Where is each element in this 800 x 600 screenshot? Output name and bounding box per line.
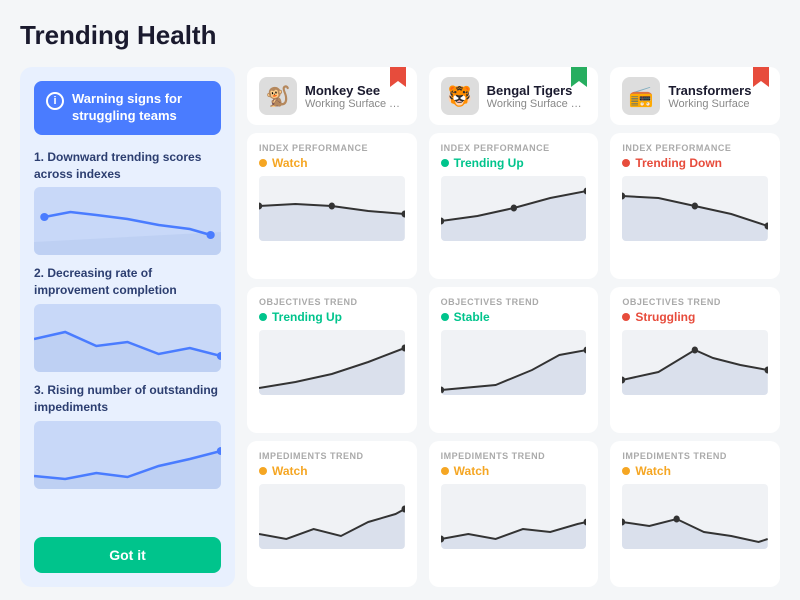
metric-card-monkey-obj: OBJECTIVES TREND Trending Up — [247, 287, 417, 433]
team-col-transformers: 📻 Transformers Working Surface INDEX PER… — [610, 67, 780, 587]
metric-card-monkey-index: INDEX PERFORMANCE Watch — [247, 133, 417, 279]
chart-area — [441, 484, 587, 549]
chart-area — [259, 330, 405, 395]
metric-card-bengal-imp: IMPEDIMENTS TREND Watch — [429, 441, 599, 587]
mini-chart-1 — [34, 187, 221, 255]
status-dot — [441, 467, 449, 475]
status-text: Stable — [454, 310, 490, 324]
metric-card-transformers-index: INDEX PERFORMANCE Trending Down — [610, 133, 780, 279]
team-col-bengal-tigers: 🐯 Bengal Tigers Working Surface Te... IN… — [429, 67, 599, 587]
team-header-transformers: 📻 Transformers Working Surface — [610, 67, 780, 125]
status-dot — [259, 467, 267, 475]
chart-area — [259, 484, 405, 549]
team-subtitle-monkey-see: Working Surface Te... — [305, 98, 405, 110]
info-icon: i — [46, 92, 64, 110]
left-panel: i Warning signs for struggling teams 1. … — [20, 67, 235, 587]
metric-status: Stable — [441, 310, 587, 324]
metric-label: INDEX PERFORMANCE — [622, 143, 768, 153]
team-header-bengal-tigers: 🐯 Bengal Tigers Working Surface Te... — [429, 67, 599, 125]
metric-label: OBJECTIVES TREND — [441, 297, 587, 307]
chart-area — [441, 176, 587, 241]
bookmark-icon-transformers — [752, 67, 770, 89]
status-text: Watch — [272, 156, 308, 170]
status-dot — [622, 159, 630, 167]
got-it-button[interactable]: Got it — [34, 537, 221, 573]
status-text: Watch — [272, 464, 308, 478]
warning-item-2: 2. Decreasing rate of improvement comple… — [34, 265, 221, 372]
metric-label: IMPEDIMENTS TREND — [622, 451, 768, 461]
warning-item-3: 3. Rising number of outstanding impedime… — [34, 382, 221, 489]
metric-status: Trending Up — [259, 310, 405, 324]
metric-card-monkey-imp: IMPEDIMENTS TREND Watch — [247, 441, 417, 587]
metric-card-transformers-imp: IMPEDIMENTS TREND Watch — [610, 441, 780, 587]
metric-card-bengal-obj: OBJECTIVES TREND Stable — [429, 287, 599, 433]
chart-area — [622, 484, 768, 549]
metric-status: Watch — [622, 464, 768, 478]
metric-label: IMPEDIMENTS TREND — [259, 451, 405, 461]
metric-status: Trending Up — [441, 156, 587, 170]
metric-label: INDEX PERFORMANCE — [259, 143, 405, 153]
columns: i Warning signs for struggling teams 1. … — [20, 67, 780, 587]
page-title: Trending Health — [20, 20, 780, 51]
bookmark-icon-monkey-see — [389, 67, 407, 89]
status-text: Struggling — [635, 310, 695, 324]
status-dot — [622, 467, 630, 475]
status-text: Watch — [635, 464, 671, 478]
status-dot — [441, 313, 449, 321]
team-avatar-bengal-tigers: 🐯 — [441, 77, 479, 115]
warning-header-text: Warning signs for struggling teams — [72, 91, 209, 125]
metric-card-bengal-index: INDEX PERFORMANCE Trending Up — [429, 133, 599, 279]
metric-card-transformers-obj: OBJECTIVES TREND Struggling — [610, 287, 780, 433]
metric-label: OBJECTIVES TREND — [622, 297, 768, 307]
status-text: Watch — [454, 464, 490, 478]
status-dot — [441, 159, 449, 167]
status-text: Trending Up — [454, 156, 524, 170]
mini-chart-3 — [34, 421, 221, 489]
chart-area — [259, 176, 405, 241]
status-text: Trending Down — [635, 156, 722, 170]
metric-label: OBJECTIVES TREND — [259, 297, 405, 307]
metric-status: Watch — [441, 464, 587, 478]
mini-chart-2 — [34, 304, 221, 372]
team-avatar-transformers: 📻 — [622, 77, 660, 115]
page: Trending Health i Warning signs for stru… — [0, 0, 800, 600]
warning-item-1: 1. Downward trending scores across index… — [34, 149, 221, 256]
team-header-monkey-see: 🐒 Monkey See Working Surface Te... — [247, 67, 417, 125]
bookmark-icon-bengal-tigers — [570, 67, 588, 89]
metric-status: Struggling — [622, 310, 768, 324]
metric-label: INDEX PERFORMANCE — [441, 143, 587, 153]
team-subtitle-transformers: Working Surface — [668, 98, 768, 110]
status-dot — [622, 313, 630, 321]
warning-item-title-3: 3. Rising number of outstanding impedime… — [34, 382, 221, 416]
team-subtitle-bengal-tigers: Working Surface Te... — [487, 98, 587, 110]
chart-area — [441, 330, 587, 395]
chart-area — [622, 330, 768, 395]
metric-label: IMPEDIMENTS TREND — [441, 451, 587, 461]
team-col-monkey-see: 🐒 Monkey See Working Surface Te... INDEX… — [247, 67, 417, 587]
metric-status: Watch — [259, 156, 405, 170]
status-dot — [259, 313, 267, 321]
status-text: Trending Up — [272, 310, 342, 324]
warning-item-title-2: 2. Decreasing rate of improvement comple… — [34, 265, 221, 299]
status-dot — [259, 159, 267, 167]
metric-status: Trending Down — [622, 156, 768, 170]
chart-area — [622, 176, 768, 241]
warning-item-title-1: 1. Downward trending scores across index… — [34, 149, 221, 183]
warning-header: i Warning signs for struggling teams — [34, 81, 221, 135]
team-avatar-monkey-see: 🐒 — [259, 77, 297, 115]
metric-status: Watch — [259, 464, 405, 478]
